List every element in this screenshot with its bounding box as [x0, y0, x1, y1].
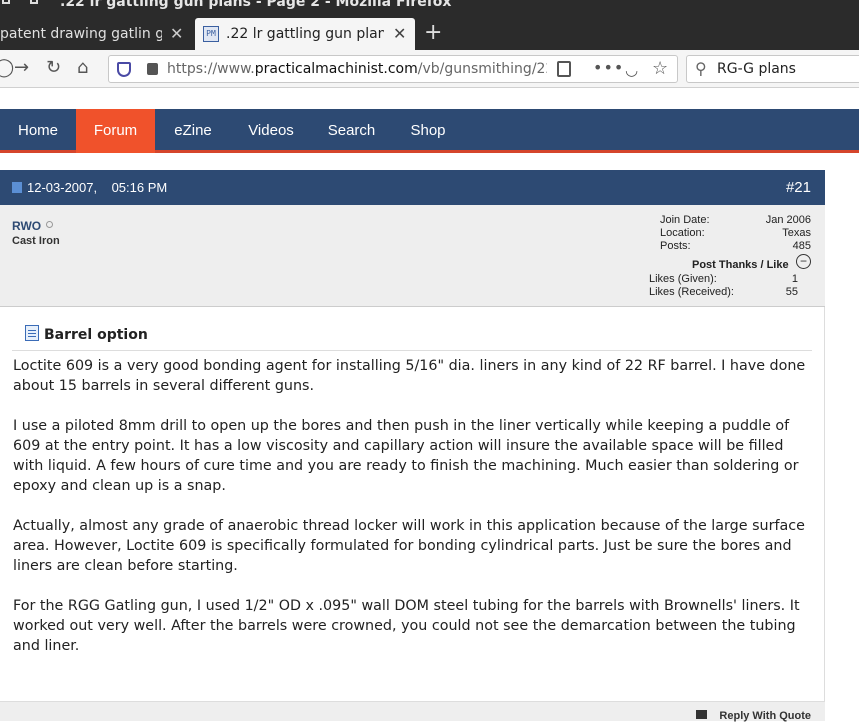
post-body: Barrel option Loctite 609 is a very good…	[0, 307, 825, 721]
page-actions-icon[interactable]: •••	[593, 58, 624, 77]
post-time-value: 05:16 PM	[111, 180, 168, 195]
post-footer: Reply With Quote	[0, 701, 825, 722]
close-icon[interactable]: ✕	[393, 24, 406, 43]
bookmark-star-icon[interactable]: ☆	[652, 58, 668, 79]
url-text[interactable]: https://www.practicalmachinist.com/vb/gu…	[167, 61, 547, 77]
nav-shop[interactable]: Shop	[392, 109, 464, 153]
post-icon	[12, 182, 22, 193]
username-link[interactable]: RWO	[12, 219, 41, 233]
join-date-value: Jan 2006	[765, 214, 811, 226]
page-top-spacer	[0, 88, 859, 109]
document-icon	[25, 325, 39, 341]
post-date-value: 12-03-2007,	[27, 180, 98, 195]
post-title-bar: Barrel option	[12, 323, 812, 351]
tab-gattling-plans[interactable]: PM .22 lr gattling gun plans ✕	[195, 18, 415, 50]
posts-value: 485	[792, 240, 811, 252]
home-icon[interactable]: ⌂	[77, 57, 88, 78]
url-prefix: https://www.	[167, 61, 255, 77]
nav-videos[interactable]: Videos	[231, 109, 311, 153]
url-bar[interactable]: https://www.practicalmachinist.com/vb/gu…	[108, 55, 678, 83]
search-input[interactable]: RG-G plans	[717, 61, 796, 77]
post-paragraph: I use a piloted 8mm drill to open up the…	[13, 418, 799, 494]
window-title: .22 lr gattling gun plans - Page 2 - Moz…	[60, 0, 452, 10]
join-date-label: Join Date:	[660, 214, 710, 226]
tab-bar: patent drawing gatlin gun ✕ PM .22 lr ga…	[0, 14, 859, 50]
user-info: RWO Cast Iron Join Date: Jan 2006 Locati…	[0, 205, 825, 307]
url-domain: practicalmachinist.com	[254, 61, 418, 77]
page-right-margin	[825, 153, 859, 721]
likes-received-value: 55	[785, 286, 798, 298]
reader-view-icon[interactable]	[557, 61, 571, 77]
pocket-icon[interactable]: ◡	[625, 61, 638, 79]
post-title: Barrel option	[44, 327, 148, 343]
quote-icon	[696, 710, 707, 719]
post-thanks-header: Post Thanks / Like	[692, 259, 789, 271]
nav-home[interactable]: Home	[0, 109, 76, 153]
likes-received-label: Likes (Received):	[649, 286, 734, 298]
tab-label: patent drawing gatlin gun	[0, 26, 162, 42]
window-maximize-button[interactable]	[30, 0, 38, 4]
url-path: /vb/gunsmithing/22	[417, 61, 547, 77]
likes-given-value: 1	[791, 273, 798, 285]
window-minimize-button[interactable]	[2, 0, 10, 4]
post-header: 12-03-2007, 05:16 PM #21	[0, 170, 825, 205]
close-icon[interactable]: ✕	[170, 24, 183, 43]
collapse-icon[interactable]: −	[796, 254, 811, 269]
lock-icon[interactable]	[147, 63, 158, 75]
window-titlebar: .22 lr gattling gun plans - Page 2 - Moz…	[0, 0, 859, 14]
nav-forum[interactable]: Forum	[76, 109, 155, 153]
reply-with-quote-button[interactable]: Reply With Quote	[719, 710, 811, 722]
user-rank: Cast Iron	[12, 235, 60, 247]
search-bar[interactable]: ⚲ RG-G plans	[686, 55, 859, 83]
post-paragraph: Loctite 609 is a very good bonding agent…	[13, 358, 806, 394]
reload-icon[interactable]: ↻	[46, 57, 61, 78]
new-tab-icon[interactable]: +	[424, 20, 442, 45]
nav-search[interactable]: Search	[311, 109, 392, 153]
offline-status-icon	[46, 221, 53, 228]
post-paragraph: Actually, almost any grade of anaerobic …	[13, 518, 805, 574]
likes-given-label: Likes (Given):	[649, 273, 717, 285]
post-content: Loctite 609 is a very good bonding agent…	[13, 356, 813, 676]
search-icon: ⚲	[695, 59, 707, 78]
tab-patent-drawing[interactable]: patent drawing gatlin gun ✕	[0, 18, 192, 50]
location-label: Location:	[660, 227, 705, 239]
tracking-protection-icon[interactable]	[117, 62, 131, 77]
tab-label: .22 lr gattling gun plans	[226, 26, 384, 42]
forward-icon[interactable]: →	[14, 57, 29, 78]
location-value: Texas	[782, 227, 811, 239]
site-navigation: Home Forum eZine Videos Search Shop	[0, 109, 859, 153]
post-number[interactable]: #21	[786, 179, 811, 196]
site-favicon-icon: PM	[203, 26, 219, 42]
back-icon[interactable]: ◯	[0, 57, 14, 78]
post-date: 12-03-2007, 05:16 PM	[27, 180, 167, 195]
nav-toolbar: ◯ → ↻ ⌂ https://www.practicalmachinist.c…	[0, 50, 859, 88]
nav-ezine[interactable]: eZine	[155, 109, 231, 153]
post-paragraph: For the RGG Gatling gun, I used 1/2" OD …	[13, 598, 800, 654]
posts-label: Posts:	[660, 240, 691, 252]
